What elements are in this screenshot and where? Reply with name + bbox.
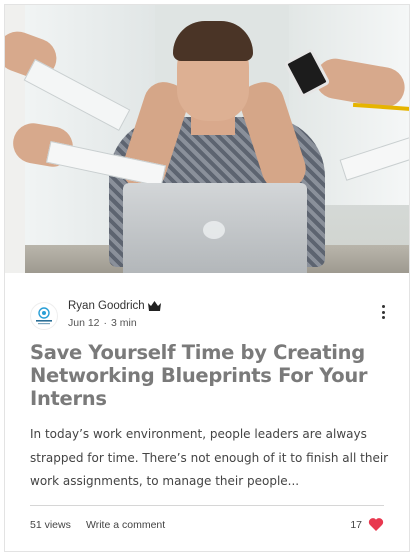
author-avatar[interactable] bbox=[30, 302, 58, 330]
divider bbox=[30, 505, 384, 506]
dot bbox=[381, 310, 385, 314]
laptop-logo bbox=[203, 221, 225, 239]
post-cover-image[interactable] bbox=[5, 5, 409, 273]
view-count: 51 views bbox=[30, 519, 71, 531]
write-comment-link[interactable]: Write a comment bbox=[86, 519, 165, 531]
post-meta: Ryan Goodrich Jun 12 · 3 min bbox=[30, 300, 390, 330]
post-date: Jun 12 bbox=[68, 317, 100, 329]
company-logo-icon bbox=[36, 307, 52, 325]
date-line: Jun 12 · 3 min bbox=[68, 317, 137, 329]
dot bbox=[381, 316, 385, 319]
blog-post-card[interactable]: Ryan Goodrich Jun 12 · 3 min Save Yourself… bbox=[4, 4, 410, 552]
author-name[interactable]: Ryan Goodrich bbox=[68, 300, 145, 312]
dot bbox=[381, 305, 385, 308]
author-line: Ryan Goodrich bbox=[68, 300, 161, 312]
heart-icon[interactable] bbox=[368, 517, 384, 532]
like-count: 17 bbox=[350, 519, 362, 531]
crown-icon bbox=[147, 301, 161, 311]
post-excerpt[interactable]: In today’s work environment, people lead… bbox=[30, 423, 390, 494]
read-time: 3 min bbox=[111, 317, 137, 329]
post-footer: 51 views Write a comment 17 bbox=[30, 517, 384, 535]
separator-dot: · bbox=[103, 317, 108, 329]
post-title[interactable]: Save Yourself Time by Creating Networkin… bbox=[30, 341, 390, 410]
more-options-icon[interactable] bbox=[376, 302, 390, 322]
